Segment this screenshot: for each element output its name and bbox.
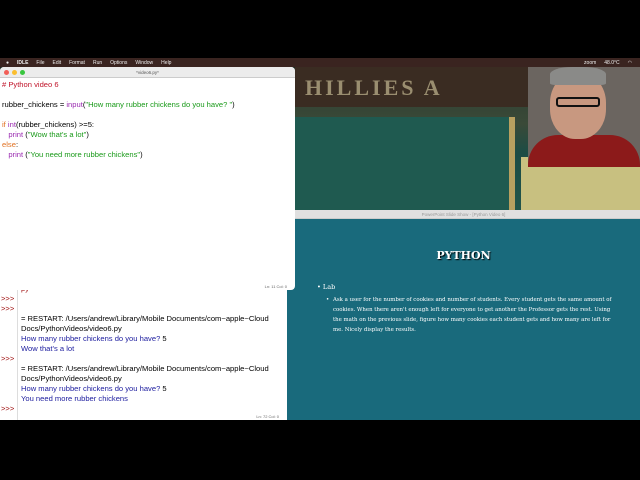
temperature-status: 48.0°C — [604, 59, 620, 66]
slide-title: PYTHON — [436, 249, 491, 262]
editor-window[interactable]: *video6.py* # Python video 6 rubber_chic… — [0, 67, 295, 290]
shell-input-line: How many rubber chickens do you have? 5 — [21, 334, 167, 344]
presenter-hair — [550, 67, 606, 85]
code-line: print ("You need more rubber chickens") — [2, 150, 143, 159]
background-sign: HILLIES A — [295, 67, 535, 107]
shell-answer: 5 — [162, 384, 167, 393]
zoom-button[interactable] — [20, 70, 25, 75]
menu-bar: ● IDLE File Edit Format Run Options Wind… — [0, 58, 640, 67]
shell-prompt-active[interactable]: >>> — [1, 404, 14, 414]
code-line: rubber_chickens = input("How many rubber… — [2, 100, 235, 109]
editor-title: *video6.py* — [136, 70, 159, 75]
menu-options[interactable]: Options — [110, 60, 127, 66]
python-shell-window[interactable]: py >>> >>> = RESTART: /Users/andrew/Libr… — [0, 284, 287, 420]
close-button[interactable] — [4, 70, 9, 75]
shell-output: Wow that's a lot — [21, 344, 75, 353]
shell-restart: = RESTART: /Users/andrew/Library/Mobile … — [21, 364, 269, 373]
code-area[interactable]: # Python video 6 rubber_chickens = input… — [0, 78, 295, 162]
shell-prompt: >>> — [1, 304, 15, 313]
wifi-icon[interactable]: ◠ — [628, 60, 632, 66]
shell-prompt: >>> — [1, 354, 15, 363]
slideshow-titlebar[interactable]: PowerPoint Slide Show - [Python Video 6] — [287, 210, 640, 219]
presenter-shirt — [528, 135, 640, 167]
webcam-video: HILLIES A — [295, 67, 640, 210]
code-line: # Python video 6 — [2, 80, 59, 89]
editor-titlebar[interactable]: *video6.py* — [0, 67, 295, 78]
menu-edit[interactable]: Edit — [52, 60, 61, 66]
shell-output: You need more rubber chickens — [21, 394, 128, 403]
presenter — [528, 67, 640, 167]
shell-answer: 5 — [162, 334, 167, 343]
shell-prompt: >>> — [1, 294, 15, 303]
chalkboard — [295, 117, 515, 210]
code-line: else: — [2, 140, 19, 149]
code-line: print ("Wow that's a lot") — [2, 130, 89, 139]
shell-status: Ln: 72 Col: 0 — [256, 414, 279, 419]
shell-restart: = RESTART: /Users/andrew/Library/Mobile … — [21, 314, 269, 323]
slide-subbullet: • Ask a user for the number of cookies an… — [326, 297, 612, 333]
shell-question: How many rubber chickens do you have? — [21, 384, 163, 393]
code-line: if int(rubber_chickens) >=5: — [2, 120, 95, 129]
slide-subbullet-text: Ask a user for the number of cookies and… — [333, 297, 612, 333]
shell-path: Docs/PythonVideos/video6.py — [21, 374, 122, 383]
shell-question: How many rubber chickens do you have? — [21, 334, 163, 343]
shell-path: Docs/PythonVideos/video6.py — [21, 324, 122, 333]
minimize-button[interactable] — [12, 70, 17, 75]
slideshow-window: PowerPoint Slide Show - [Python Video 6]… — [287, 210, 640, 420]
menu-file[interactable]: File — [36, 60, 44, 66]
slide-bullet-text: Lab — [322, 283, 336, 291]
zoom-status[interactable]: zoom — [584, 60, 596, 66]
menu-help[interactable]: Help — [161, 60, 171, 66]
presenter-glasses — [556, 97, 600, 107]
menu-idle[interactable]: IDLE — [17, 60, 28, 66]
menu-window[interactable]: Window — [135, 60, 153, 66]
shell-input-line: How many rubber chickens do you have? 5 — [21, 384, 167, 394]
slide-bullet: • Lab — [317, 283, 336, 291]
apple-icon[interactable]: ● — [6, 60, 9, 66]
editor-status: Ln: 11 Col: 0 — [264, 284, 287, 289]
menu-format[interactable]: Format — [69, 60, 85, 66]
menu-run[interactable]: Run — [93, 60, 102, 66]
